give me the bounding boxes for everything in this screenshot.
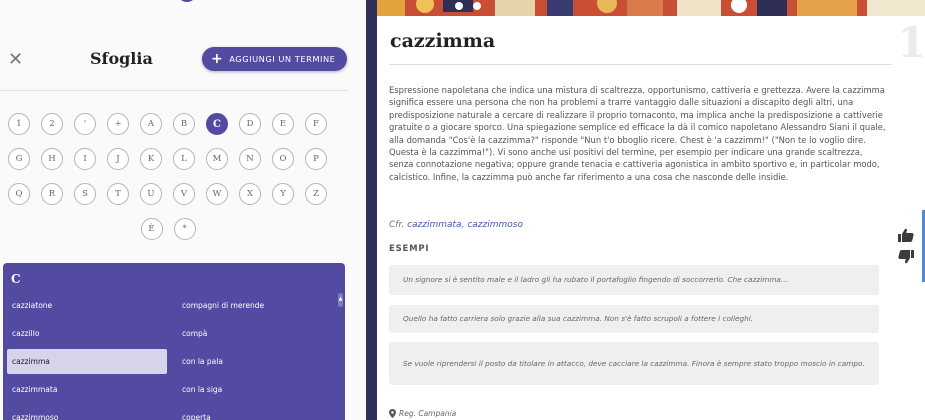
letter-button[interactable]: F <box>305 113 327 135</box>
term-list-column: cazziatone cazzillo cazzimma cazzimmata … <box>7 293 167 420</box>
sidebar-header: ✕ Sfoglia + AGGIUNGI UN TERMINE <box>0 44 366 76</box>
letter-row: 1 2 ' + A B C D E F <box>8 113 338 135</box>
cfr-prefix: Cfr. <box>389 220 405 230</box>
entry-number: 1 <box>897 18 925 67</box>
example-box: Un signore si è sentito male e il ladro … <box>389 265 879 295</box>
location-pin-icon <box>389 409 396 418</box>
sidebar-title: Sfoglia <box>90 49 153 68</box>
letter-button[interactable]: S <box>74 183 96 205</box>
list-item[interactable]: cazzimmoso <box>7 405 167 420</box>
example-text: Un signore si è sentito male e il ladro … <box>403 275 788 285</box>
example-box: Quello ha fatto carriera solo grazie all… <box>389 305 879 333</box>
list-item[interactable]: con la siga <box>177 377 337 402</box>
header-divider <box>0 90 348 91</box>
list-item[interactable]: con la pala <box>177 349 337 374</box>
cross-reference: Cfr. cazzimmata, cazzimmoso <box>389 220 523 230</box>
letter-button-active[interactable]: C <box>206 113 228 135</box>
list-item[interactable]: coperta <box>177 405 337 420</box>
title-divider <box>389 64 892 65</box>
letter-button[interactable]: + <box>107 113 129 135</box>
list-item[interactable]: compagni di merende <box>177 293 337 318</box>
list-item[interactable]: cazzimmata <box>7 377 167 402</box>
list-item[interactable]: compà <box>177 321 337 346</box>
cfr-link[interactable]: cazzimmoso <box>467 220 523 230</box>
entry-panel: cazzimma 1 Espressione napoletana che in… <box>377 0 925 420</box>
examples-heading: ESEMPI <box>389 244 430 254</box>
letter-button[interactable]: O <box>272 148 294 170</box>
close-icon[interactable]: ✕ <box>8 48 23 72</box>
region-label: Reg. Campania <box>399 409 457 418</box>
letter-button[interactable]: ' <box>74 113 96 135</box>
letter-button[interactable]: J <box>107 148 129 170</box>
letter-button[interactable]: A <box>140 113 162 135</box>
letter-button[interactable]: I <box>74 148 96 170</box>
letter-button[interactable]: B <box>173 113 195 135</box>
letter-button[interactable]: * <box>173 218 196 240</box>
letter-button[interactable]: R <box>41 183 63 205</box>
panel-separator <box>366 0 377 420</box>
entry-word: cazzimma <box>390 30 496 52</box>
letter-button[interactable]: P <box>305 148 327 170</box>
browse-sidebar: ✕ Sfoglia + AGGIUNGI UN TERMINE 1 2 ' + … <box>0 0 366 420</box>
letter-row: G H I J K L M N O P <box>8 148 338 170</box>
letter-button[interactable]: Z <box>305 183 327 205</box>
letter-button[interactable]: V <box>173 183 195 205</box>
list-item[interactable]: cazzillo <box>7 321 167 346</box>
list-item-selected[interactable]: cazzimma <box>7 349 167 374</box>
letter-button[interactable]: N <box>239 148 261 170</box>
letter-button[interactable]: T <box>107 183 129 205</box>
letter-row: È * <box>8 218 338 240</box>
logo-fragment <box>181 0 193 2</box>
term-list-column: compagni di merende compà con la pala co… <box>177 293 337 420</box>
example-box: Se vuole riprendersi il posto da titolar… <box>389 342 879 385</box>
decorative-banner <box>377 0 925 16</box>
letter-button[interactable]: È <box>140 218 163 240</box>
thumb-up-icon[interactable] <box>898 228 914 242</box>
list-scrollbar[interactable]: ▲ <box>338 293 343 307</box>
letter-button[interactable]: X <box>239 183 261 205</box>
letter-button[interactable]: 2 <box>41 113 63 135</box>
thumb-down-icon[interactable] <box>898 250 914 264</box>
add-term-label: AGGIUNGI UN TERMINE <box>229 54 336 64</box>
letter-row: Q R S T U V W X Y Z <box>8 183 338 205</box>
letter-button[interactable]: K <box>140 148 162 170</box>
letter-button[interactable]: E <box>272 113 294 135</box>
letter-button[interactable]: H <box>41 148 63 170</box>
example-text: Quello ha fatto carriera solo grazie all… <box>403 314 754 324</box>
letter-button[interactable]: G <box>8 148 30 170</box>
list-item[interactable]: cazziatone <box>7 293 167 318</box>
letter-button[interactable]: D <box>239 113 261 135</box>
cfr-link[interactable]: cazzimmata <box>407 220 462 230</box>
letter-button[interactable]: U <box>140 183 162 205</box>
letter-button[interactable]: W <box>206 183 228 205</box>
entry-definition: Espressione napoletana che indica una mi… <box>389 85 886 182</box>
letter-index: 1 2 ' + A B C D E F G H I J K L M N O P … <box>8 113 338 253</box>
plus-icon: + <box>211 51 224 67</box>
letter-button[interactable]: 1 <box>8 113 30 135</box>
region-tag[interactable]: Reg. Campania <box>389 409 456 418</box>
letter-button[interactable]: M <box>206 148 228 170</box>
example-text: Se vuole riprendersi il posto da titolar… <box>403 358 865 368</box>
cfr-separator: , <box>461 220 465 230</box>
letter-button[interactable]: L <box>173 148 195 170</box>
term-list-panel: C ▲ cazziatone cazzillo cazzimma cazzimm… <box>3 263 345 420</box>
letter-button[interactable]: Y <box>272 183 294 205</box>
add-term-button[interactable]: + AGGIUNGI UN TERMINE <box>202 47 347 71</box>
term-list-heading: C <box>11 272 21 286</box>
letter-button[interactable]: Q <box>8 183 30 205</box>
